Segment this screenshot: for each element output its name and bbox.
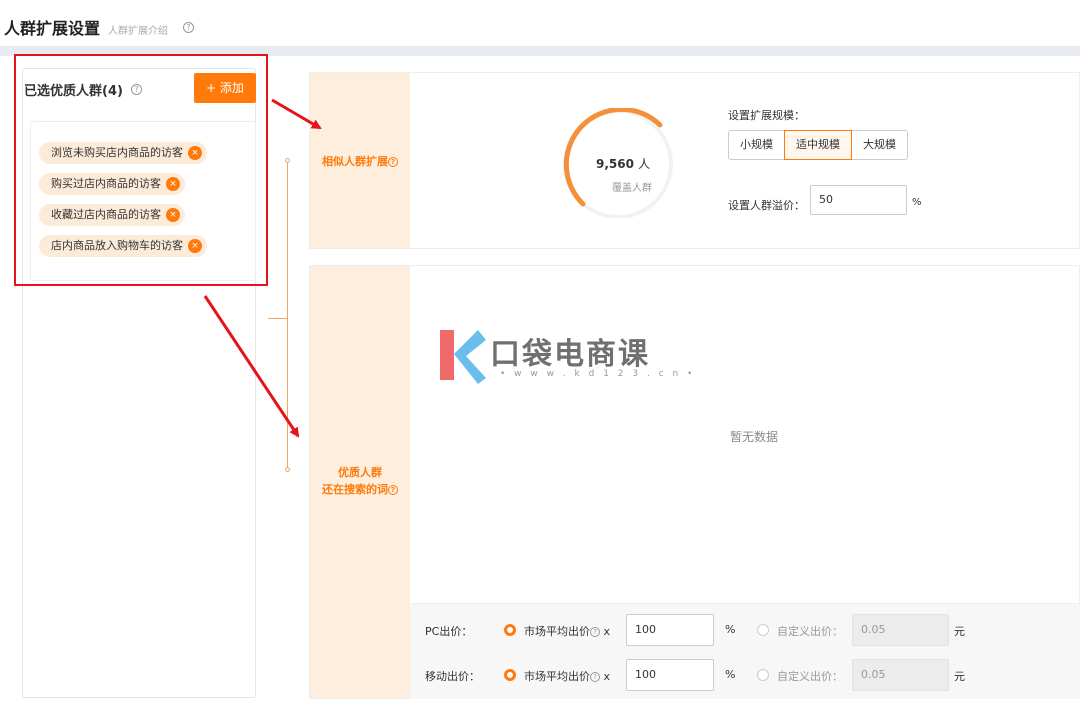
premium-label: 设置人群溢价： (728, 199, 805, 212)
watermark-url: • w w w . k d 1 2 3 . c n • (500, 369, 696, 379)
connector-dot (285, 467, 290, 472)
connector-dot (285, 158, 290, 163)
pc-custom-unit: 元 (954, 625, 965, 638)
search-terms-label-line1: 优质人群 (338, 466, 382, 479)
intro-link[interactable]: 人群扩展介绍 (108, 22, 168, 37)
empty-state: 暂无数据 (730, 430, 779, 444)
mobile-market-option-label: 市场平均出价 (524, 670, 590, 683)
premium-unit: % (912, 197, 922, 208)
mobile-custom-input[interactable]: 0.05 (852, 659, 949, 691)
scale-selector: 小规模 适中规模 大规模 (728, 130, 908, 160)
scale-label: 设置扩展规模： (728, 109, 805, 122)
search-terms-label-line2: 还在搜索的词 (322, 483, 388, 496)
pc-market-input[interactable]: 100 (626, 614, 714, 646)
help-icon[interactable]: ? (183, 22, 194, 33)
pc-bid-label: PC出价： (425, 625, 473, 638)
help-icon[interactable]: ? (590, 627, 600, 637)
highlight-box (14, 54, 268, 286)
coverage-number: 9,560 (596, 157, 634, 171)
mobile-market-input[interactable]: 100 (626, 659, 714, 691)
mobile-market-radio[interactable] (504, 669, 516, 681)
mobile-custom-option[interactable]: 自定义出价： (777, 668, 843, 684)
page-title: 人群扩展设置 (4, 19, 101, 38)
mobile-custom-radio[interactable] (757, 669, 769, 681)
premium-input[interactable]: 50 (810, 185, 907, 215)
card-side: 优质人群 还在搜索的词? (310, 266, 410, 698)
coverage-unit: 人 (638, 157, 651, 171)
mobile-bid-label: 移动出价： (425, 670, 480, 683)
card-side: 相似人群扩展? (310, 73, 410, 248)
pc-custom-input[interactable]: 0.05 (852, 614, 949, 646)
connector-line (287, 161, 288, 470)
watermark-text: 口袋电商课 (490, 337, 650, 372)
connector-line (268, 318, 288, 319)
help-icon[interactable]: ? (388, 157, 398, 167)
similar-audience-label: 相似人群扩展? (310, 153, 410, 170)
similar-audience-label-text: 相似人群扩展 (322, 155, 388, 168)
pc-market-unit: % (725, 623, 736, 636)
mobile-custom-unit: 元 (954, 670, 965, 683)
search-terms-label: 优质人群 还在搜索的词? (310, 464, 410, 498)
coverage-value: 9,560 人 (596, 155, 650, 172)
bid-settings (410, 603, 1080, 699)
multiply-sign: x (603, 625, 611, 638)
mobile-market-unit: % (725, 668, 736, 681)
help-icon[interactable]: ? (590, 672, 600, 682)
coverage-label: 覆盖人群 (612, 183, 652, 194)
scale-medium-button[interactable]: 适中规模 (784, 130, 852, 160)
scale-small-button[interactable]: 小规模 (728, 130, 785, 160)
scale-large-button[interactable]: 大规模 (851, 130, 908, 160)
similar-audience-card: 相似人群扩展? (309, 72, 1080, 249)
pc-market-option-label: 市场平均出价 (524, 625, 590, 638)
help-icon[interactable]: ? (388, 485, 398, 495)
pc-market-radio[interactable] (504, 624, 516, 636)
page-header: 人群扩展设置 人群扩展介绍 ? (0, 0, 1080, 46)
mobile-market-option[interactable]: 市场平均出价? x (524, 668, 610, 684)
pc-market-option[interactable]: 市场平均出价? x (524, 623, 610, 639)
multiply-sign: x (603, 670, 611, 683)
pc-custom-radio[interactable] (757, 624, 769, 636)
pc-custom-option[interactable]: 自定义出价： (777, 623, 843, 639)
